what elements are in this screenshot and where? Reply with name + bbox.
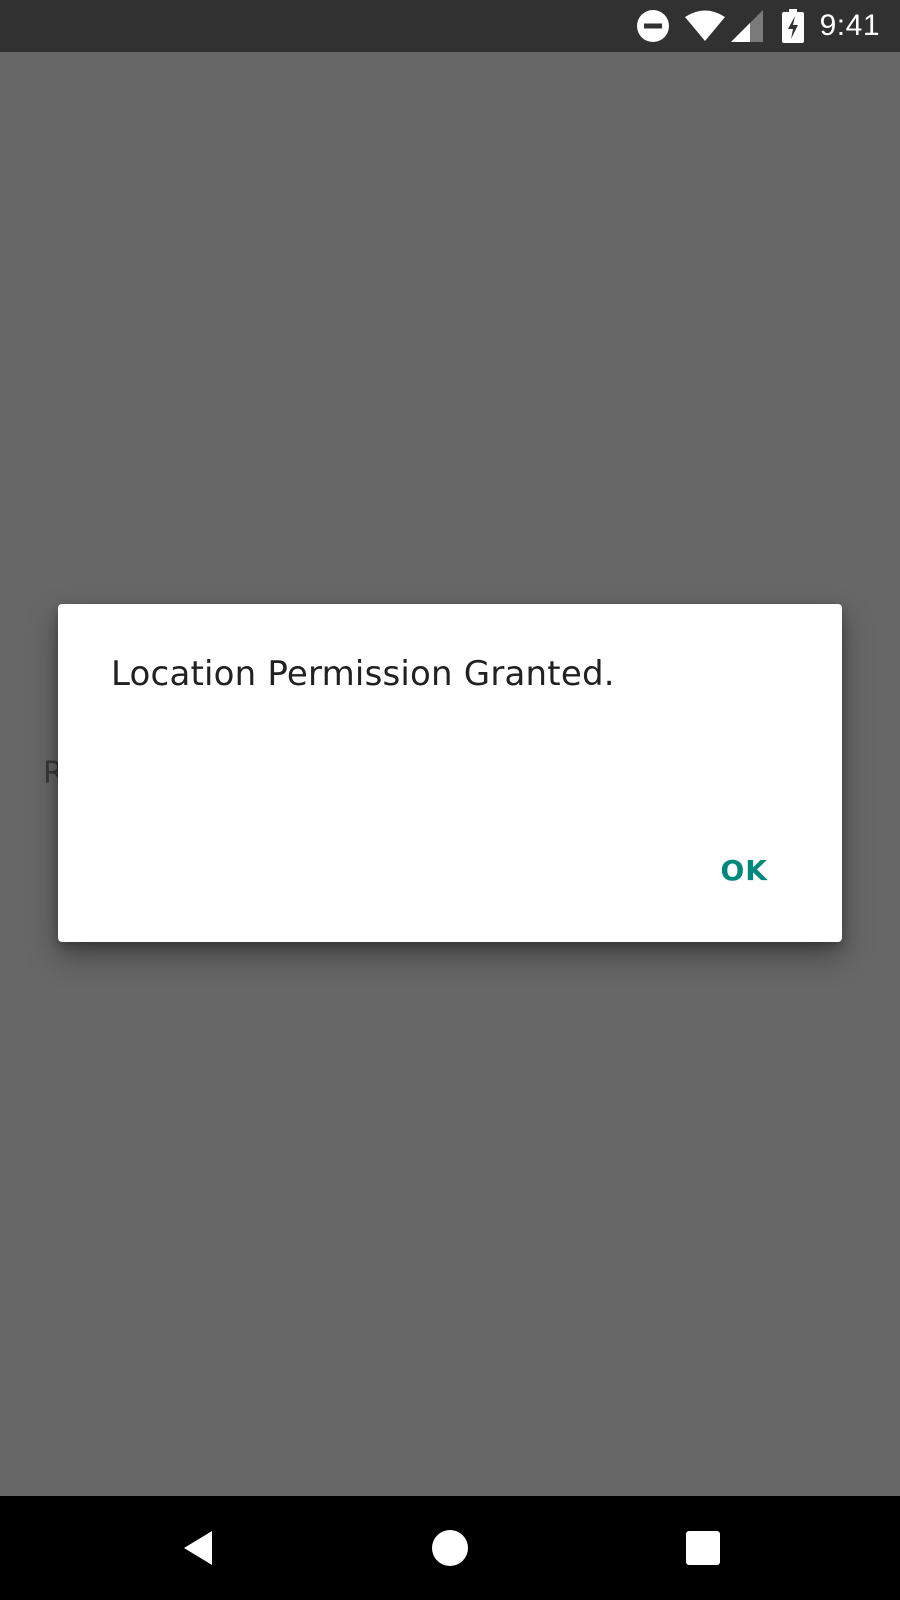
recents-button[interactable] (651, 1496, 755, 1600)
status-bar: 9:41 (0, 0, 900, 52)
wifi-icon (684, 0, 726, 52)
ok-button[interactable]: OK (705, 844, 785, 897)
status-time: 9:41 (819, 9, 880, 42)
permission-dialog: Location Permission Granted. OK (58, 604, 842, 942)
navigation-bar (0, 1496, 900, 1600)
recents-icon (686, 1531, 720, 1565)
back-icon (184, 1531, 212, 1565)
do-not-disturb-icon (636, 0, 670, 52)
dialog-title: Location Permission Granted. (111, 654, 615, 694)
back-button[interactable] (146, 1496, 250, 1600)
home-icon (432, 1530, 468, 1566)
signal-icon (730, 0, 764, 52)
screen: 9:41 R Location Permission Granted. OK (0, 0, 900, 1600)
battery-charging-icon (781, 0, 804, 52)
home-button[interactable] (398, 1496, 502, 1600)
